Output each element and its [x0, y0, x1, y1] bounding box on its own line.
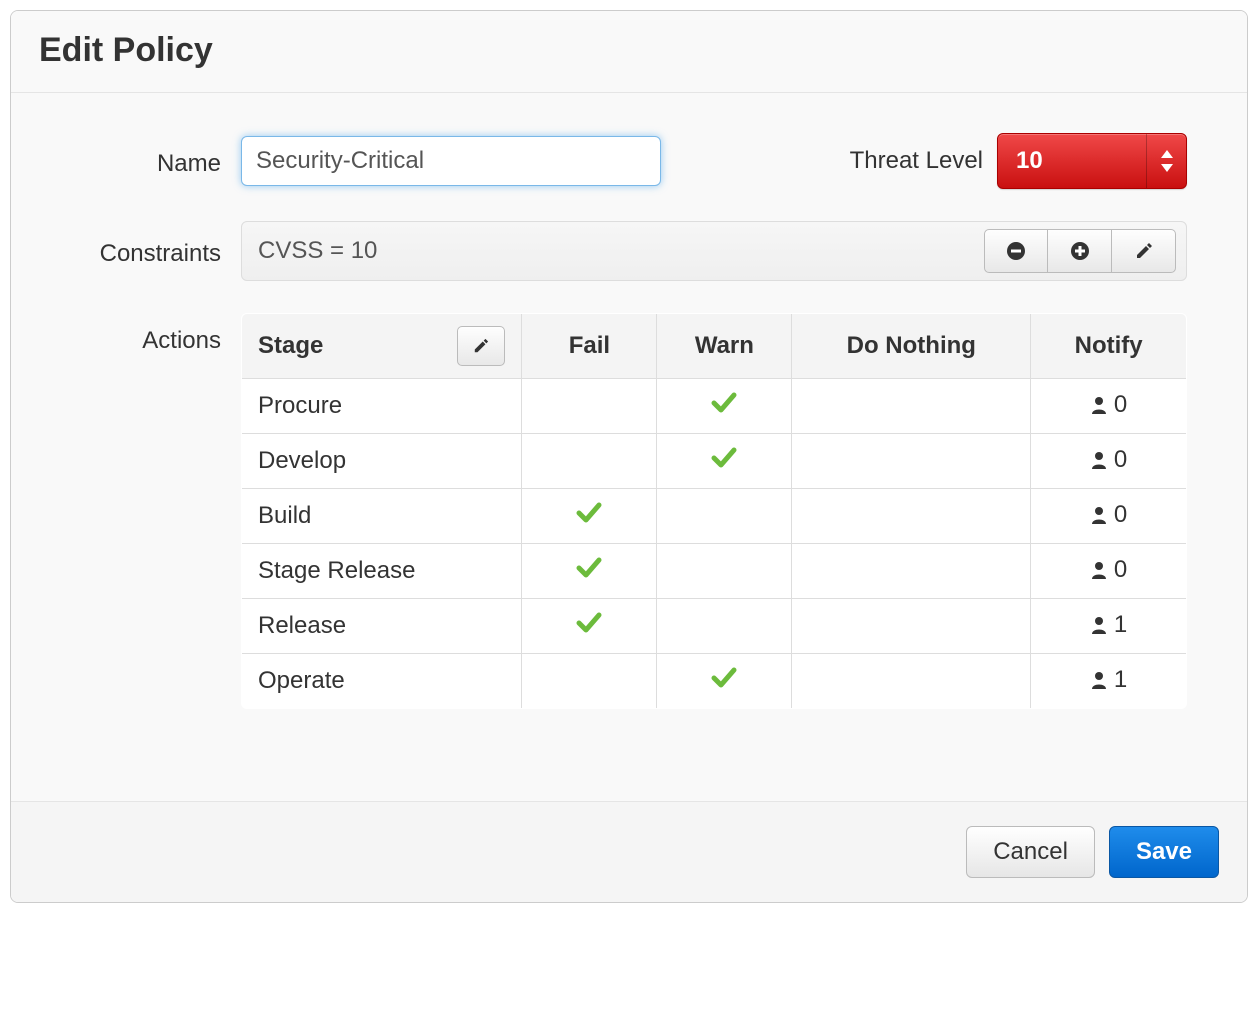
- edit-policy-modal: Edit Policy Name Threat Level 10: [10, 10, 1248, 903]
- stage-name-cell: Release: [242, 599, 522, 654]
- actions-label: Actions: [71, 313, 241, 355]
- check-icon: [711, 392, 737, 414]
- table-row: Stage Release 0: [242, 544, 1187, 599]
- name-label: Name: [71, 144, 241, 178]
- warn-cell[interactable]: [657, 489, 792, 544]
- fail-cell[interactable]: [522, 599, 657, 654]
- col-header-stage: Stage: [242, 314, 522, 379]
- add-constraint-button[interactable]: [1048, 229, 1112, 273]
- actions-table: Stage Fail Warn Do Noth: [241, 313, 1187, 709]
- pencil-icon: [473, 338, 489, 354]
- notify-cell[interactable]: 0: [1031, 379, 1187, 434]
- col-header-fail: Fail: [522, 314, 657, 379]
- person-icon: [1090, 616, 1108, 634]
- cancel-button[interactable]: Cancel: [966, 826, 1095, 878]
- stage-name-cell: Procure: [242, 379, 522, 434]
- threat-level-value: 10: [998, 147, 1146, 175]
- stage-name-cell: Stage Release: [242, 544, 522, 599]
- minus-circle-icon: [1006, 241, 1026, 261]
- notify-count: 0: [1114, 501, 1127, 529]
- col-header-stage-text: Stage: [258, 332, 323, 360]
- fail-cell[interactable]: [522, 434, 657, 489]
- check-icon: [576, 557, 602, 579]
- plus-circle-icon: [1070, 241, 1090, 261]
- person-icon: [1090, 451, 1108, 469]
- pencil-icon: [1135, 242, 1153, 260]
- threat-level-group: Threat Level 10: [850, 133, 1187, 189]
- fail-cell[interactable]: [522, 379, 657, 434]
- constraints-box: CVSS = 10: [241, 221, 1187, 281]
- check-icon: [576, 612, 602, 634]
- check-icon: [576, 502, 602, 524]
- person-icon: [1090, 671, 1108, 689]
- table-row: Procure 0: [242, 379, 1187, 434]
- constraint-text: CVSS = 10: [258, 237, 984, 265]
- edit-constraint-button[interactable]: [1112, 229, 1176, 273]
- modal-header: Edit Policy: [11, 11, 1247, 93]
- do_nothing-cell[interactable]: [792, 489, 1031, 544]
- fail-cell[interactable]: [522, 654, 657, 709]
- stepper-arrows-icon: [1146, 134, 1186, 188]
- name-row: Name Threat Level 10: [71, 133, 1187, 189]
- warn-cell[interactable]: [657, 599, 792, 654]
- col-header-do-nothing: Do Nothing: [792, 314, 1031, 379]
- remove-constraint-button[interactable]: [984, 229, 1048, 273]
- notify-count: 1: [1114, 611, 1127, 639]
- constraint-buttons: [984, 229, 1176, 273]
- do_nothing-cell[interactable]: [792, 544, 1031, 599]
- do_nothing-cell[interactable]: [792, 434, 1031, 489]
- notify-cell[interactable]: 1: [1031, 654, 1187, 709]
- modal-footer: Cancel Save: [11, 801, 1247, 902]
- notify-count: 0: [1114, 446, 1127, 474]
- stage-name-cell: Develop: [242, 434, 522, 489]
- threat-level-label: Threat Level: [850, 147, 983, 175]
- do_nothing-cell[interactable]: [792, 379, 1031, 434]
- constraints-row: Constraints CVSS = 10: [71, 221, 1187, 281]
- warn-cell[interactable]: [657, 379, 792, 434]
- warn-cell[interactable]: [657, 544, 792, 599]
- modal-body: Name Threat Level 10 Constraints: [11, 93, 1247, 801]
- warn-cell[interactable]: [657, 434, 792, 489]
- person-icon: [1090, 396, 1108, 414]
- notify-count: 0: [1114, 556, 1127, 584]
- actions-row: Actions Stage: [71, 313, 1187, 709]
- fail-cell[interactable]: [522, 544, 657, 599]
- table-row: Build 0: [242, 489, 1187, 544]
- notify-cell[interactable]: 0: [1031, 544, 1187, 599]
- threat-level-select[interactable]: 10: [997, 133, 1187, 189]
- col-header-warn: Warn: [657, 314, 792, 379]
- table-row: Operate 1: [242, 654, 1187, 709]
- person-icon: [1090, 506, 1108, 524]
- table-row: Develop 0: [242, 434, 1187, 489]
- notify-count: 1: [1114, 666, 1127, 694]
- person-icon: [1090, 561, 1108, 579]
- notify-cell[interactable]: 1: [1031, 599, 1187, 654]
- modal-title: Edit Policy: [39, 31, 1219, 70]
- check-icon: [711, 447, 737, 469]
- edit-stages-button[interactable]: [457, 326, 505, 366]
- stage-name-cell: Operate: [242, 654, 522, 709]
- table-row: Release 1: [242, 599, 1187, 654]
- check-icon: [711, 667, 737, 689]
- do_nothing-cell[interactable]: [792, 599, 1031, 654]
- stage-name-cell: Build: [242, 489, 522, 544]
- fail-cell[interactable]: [522, 489, 657, 544]
- notify-count: 0: [1114, 391, 1127, 419]
- warn-cell[interactable]: [657, 654, 792, 709]
- constraints-label: Constraints: [71, 234, 241, 268]
- notify-cell[interactable]: 0: [1031, 489, 1187, 544]
- name-input[interactable]: [241, 136, 661, 186]
- save-button[interactable]: Save: [1109, 826, 1219, 878]
- col-header-notify: Notify: [1031, 314, 1187, 379]
- do_nothing-cell[interactable]: [792, 654, 1031, 709]
- notify-cell[interactable]: 0: [1031, 434, 1187, 489]
